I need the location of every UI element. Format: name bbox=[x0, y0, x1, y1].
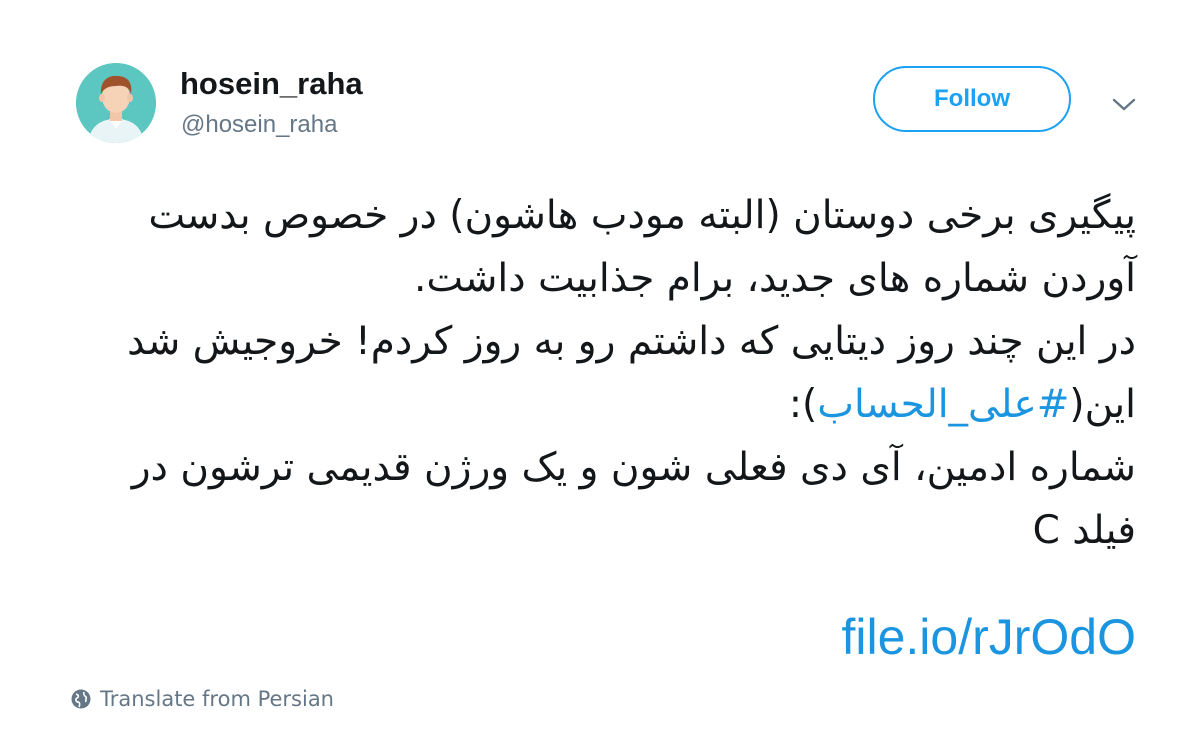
user-handle[interactable]: @hosein_raha bbox=[181, 110, 337, 140]
display-name[interactable]: hosein_raha bbox=[180, 64, 363, 104]
user-avatar-icon bbox=[76, 63, 156, 143]
tweet-url-link[interactable]: file.io/rJrOdO bbox=[841, 604, 1136, 670]
follow-button[interactable]: Follow bbox=[873, 66, 1071, 132]
globe-icon bbox=[71, 689, 91, 709]
tweet-paragraph-3: شماره ادمین، آی دی فعلی شون و یک ورژن قد… bbox=[131, 445, 1136, 553]
avatar[interactable] bbox=[76, 63, 156, 143]
translate-label[interactable]: Translate from Persian bbox=[100, 687, 334, 711]
tweet-paragraph-2: در این چند روز دیتایی که داشتم رو به روز… bbox=[60, 310, 1136, 436]
tweet-text: پیگیری برخی دوستان (البته مودب هاشون) در… bbox=[60, 184, 1136, 562]
tweet-paragraph-1: پیگیری برخی دوستان (البته مودب هاشون) در… bbox=[148, 193, 1136, 301]
tweet-paragraph-2-end: ): bbox=[788, 382, 818, 427]
chevron-down-icon[interactable] bbox=[1110, 93, 1138, 115]
hashtag-link[interactable]: #علی_الحساب bbox=[817, 382, 1069, 427]
translate-button[interactable]: Translate from Persian bbox=[70, 684, 334, 714]
